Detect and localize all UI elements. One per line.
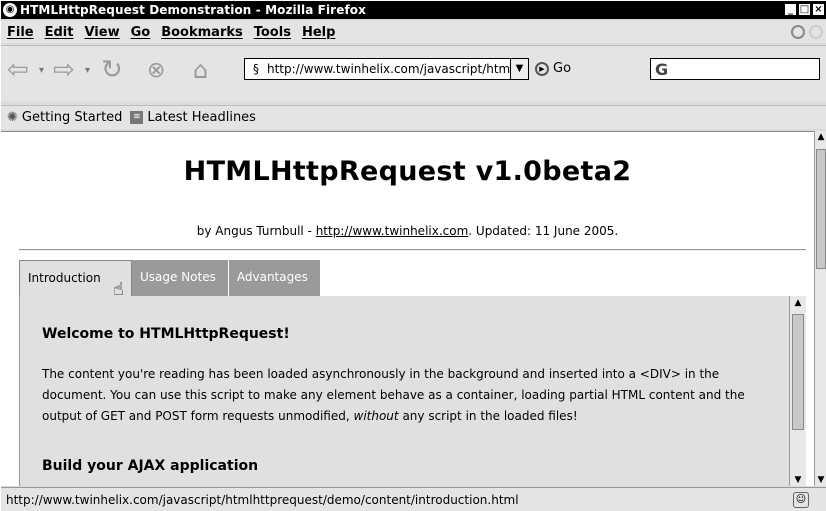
forward-icon[interactable]: ⇨	[53, 55, 75, 85]
title-bar: ◉ HTMLHttpRequest Demonstration - Mozill…	[1, 1, 826, 19]
search-box[interactable]: G	[650, 58, 820, 80]
page-scrollbar[interactable]: ▲ ▼	[814, 131, 826, 486]
status-text: http://www.twinhelix.com/javascript/html…	[6, 493, 519, 507]
minimize-button[interactable]: _	[784, 3, 797, 16]
home-icon[interactable]: ⌂	[193, 56, 208, 84]
back-dropdown-icon[interactable]: ▾	[39, 56, 44, 84]
panel-scrollbar[interactable]: ▲ ▼	[789, 296, 806, 486]
panel-scroll-down-icon[interactable]: ▼	[790, 473, 806, 486]
divider	[19, 249, 806, 251]
go-arrow-icon: ▶	[535, 61, 549, 76]
tab-advantages[interactable]: Advantages	[228, 260, 321, 297]
author-link[interactable]: http://www.twinhelix.com	[316, 224, 469, 238]
bookmark-getting-started[interactable]: ✺ Getting Started	[7, 110, 122, 125]
bookmarks-toolbar: ✺ Getting Started ≋ Latest Headlines	[1, 105, 826, 129]
menu-view[interactable]: View	[84, 25, 119, 40]
site-favicon-icon: §	[253, 62, 259, 76]
menu-go[interactable]: Go	[131, 25, 151, 40]
reload-icon[interactable]: ↻	[101, 55, 123, 85]
byline-suffix: . Updated: 11 June 2005.	[468, 224, 619, 238]
go-label: Go	[553, 61, 572, 76]
menu-file[interactable]: File	[7, 25, 34, 40]
tab-strip: Introduction Usage Notes Advantages	[19, 260, 321, 297]
bookmark-label: Getting Started	[21, 110, 123, 125]
section-heading-ajax: Build your AJAX application	[42, 458, 259, 474]
stop-icon[interactable]: ⊗	[147, 56, 165, 84]
menu-bookmarks[interactable]: Bookmarks	[161, 25, 243, 40]
intro-paragraph: The content you're reading has been load…	[42, 364, 787, 427]
menu-bar: File Edit View Go Bookmarks Tools Help	[1, 21, 826, 43]
rss-feed-icon: ≋	[130, 111, 144, 124]
activity-throbber-icon	[791, 25, 805, 39]
firefox-icon: ◉	[3, 3, 17, 17]
back-icon[interactable]: ⇦	[7, 55, 29, 85]
tab-usage-notes[interactable]: Usage Notes	[132, 260, 229, 297]
page-scroll-down-icon[interactable]: ▼	[815, 474, 826, 486]
byline-prefix: by Angus Turnbull -	[196, 224, 316, 238]
menu-help[interactable]: Help	[302, 25, 335, 40]
google-search-icon[interactable]: G	[655, 60, 668, 79]
page-scroll-thumb[interactable]	[816, 149, 826, 269]
tab-content-panel: Welcome to HTMLHttpRequest! The content …	[19, 296, 806, 486]
firefox-bookmark-icon: ✺	[7, 110, 18, 125]
url-history-dropdown-icon[interactable]: ▼	[510, 59, 528, 79]
menu-edit[interactable]: Edit	[45, 25, 74, 40]
window-controls: _ □ ×	[784, 3, 825, 16]
panel-scroll-thumb[interactable]	[792, 314, 804, 430]
section-heading: Welcome to HTMLHttpRequest!	[42, 326, 290, 342]
bookmark-latest-headlines[interactable]: ≋ Latest Headlines	[130, 110, 256, 125]
intro-text-2: any script in the loaded files!	[398, 409, 578, 423]
security-status-icon[interactable]: ☺	[793, 492, 809, 508]
page-title: HTMLHttpRequest v1.0beta2	[183, 156, 632, 187]
menu-tools[interactable]: Tools	[254, 25, 291, 40]
intro-emphasis: without	[353, 409, 399, 423]
go-button[interactable]: ▶ Go	[535, 61, 571, 76]
bookmark-label: Latest Headlines	[147, 110, 256, 125]
close-button[interactable]: ×	[812, 3, 825, 16]
browser-window: ◉ HTMLHttpRequest Demonstration - Mozill…	[0, 0, 826, 511]
status-bar: http://www.twinhelix.com/javascript/html…	[1, 487, 826, 511]
window-title: HTMLHttpRequest Demonstration - Mozilla …	[20, 3, 366, 17]
forward-dropdown-icon[interactable]: ▾	[85, 56, 90, 84]
address-bar[interactable]: § http://www.twinhelix.com/javascript/ht…	[244, 58, 529, 80]
page-content: HTMLHttpRequest v1.0beta2 by Angus Turnb…	[1, 131, 814, 486]
page-scroll-up-icon[interactable]: ▲	[815, 131, 826, 143]
url-text[interactable]: http://www.twinhelix.com/javascript/html…	[267, 62, 510, 76]
maximize-button[interactable]: □	[798, 3, 811, 16]
panel-scroll-up-icon[interactable]: ▲	[790, 296, 806, 310]
byline: by Angus Turnbull - http://www.twinhelix…	[1, 224, 814, 238]
navigation-toolbar: ⇦ ▾ ⇨ ▾ ↻ ⊗ ⌂ § http://www.twinhelix.com…	[1, 45, 826, 101]
throbber-ghost-icon	[809, 25, 823, 39]
